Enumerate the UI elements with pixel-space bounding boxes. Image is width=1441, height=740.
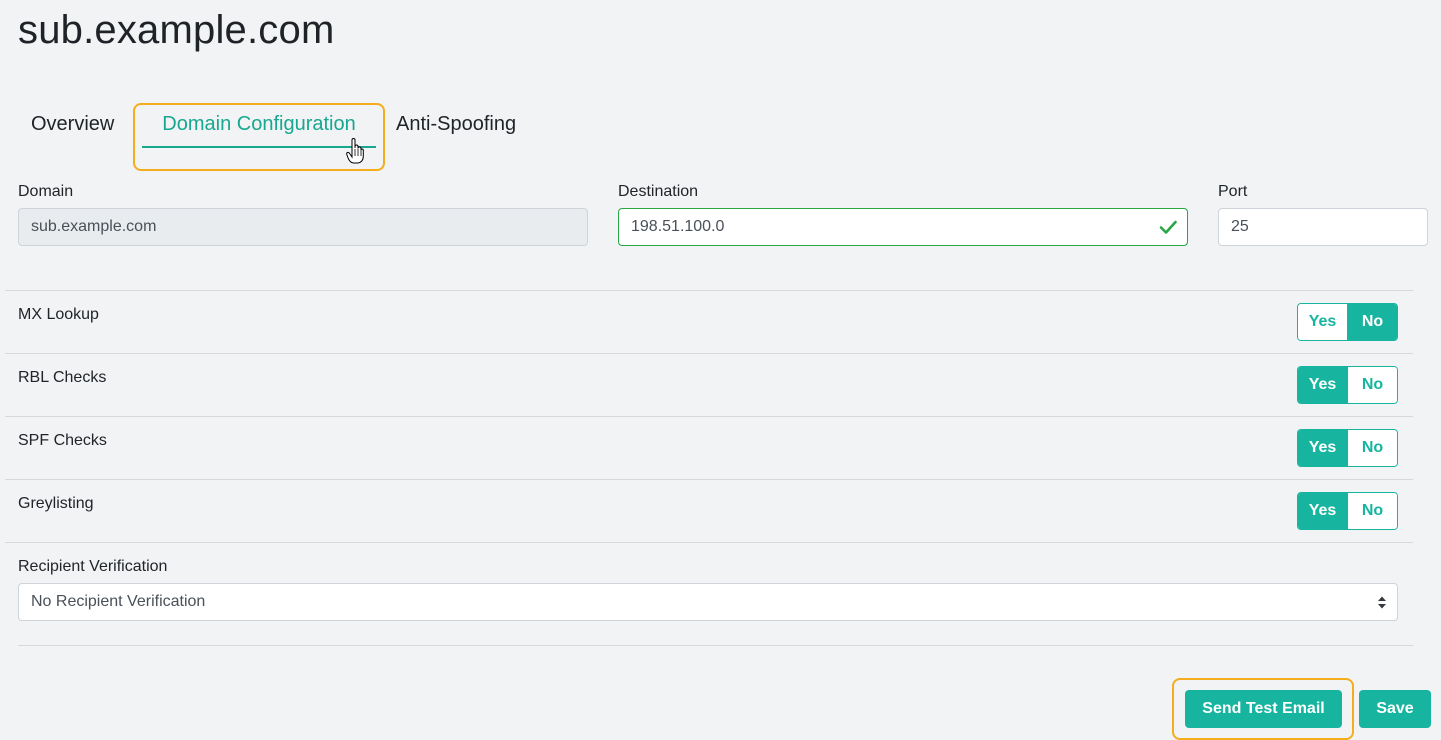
tab-overview[interactable]: Overview — [31, 102, 114, 146]
spf-checks-no-button[interactable]: No — [1348, 430, 1397, 466]
page-title: sub.example.com — [18, 8, 335, 52]
rbl-checks-yes-button[interactable]: Yes — [1298, 367, 1348, 403]
spf-checks-toggle: Yes No — [1297, 429, 1398, 467]
divider — [5, 290, 1413, 291]
greylisting-no-button[interactable]: No — [1348, 493, 1397, 529]
greylisting-toggle: Yes No — [1297, 492, 1398, 530]
recipient-verification-select[interactable]: No Recipient Verification — [18, 583, 1398, 621]
spf-checks-yes-button[interactable]: Yes — [1298, 430, 1348, 466]
destination-field[interactable]: 198.51.100.0 — [618, 208, 1188, 246]
port-field[interactable]: 25 — [1218, 208, 1428, 246]
rbl-checks-label: RBL Checks — [18, 369, 107, 386]
domain-field: sub.example.com — [18, 208, 588, 246]
hand-cursor-icon — [346, 138, 364, 164]
rbl-checks-no-button[interactable]: No — [1348, 367, 1397, 403]
spf-checks-label: SPF Checks — [18, 432, 107, 449]
divider — [18, 645, 1413, 646]
mx-lookup-no-button[interactable]: No — [1348, 304, 1397, 340]
recipient-verification-label: Recipient Verification — [18, 558, 168, 575]
greylisting-yes-button[interactable]: Yes — [1298, 493, 1348, 529]
divider — [5, 353, 1413, 354]
port-label: Port — [1218, 183, 1248, 200]
save-button[interactable]: Save — [1359, 690, 1431, 728]
greylisting-label: Greylisting — [18, 495, 94, 512]
destination-label: Destination — [618, 183, 699, 200]
recipient-verification-value: No Recipient Verification — [31, 593, 206, 610]
divider — [5, 416, 1413, 417]
select-arrows-icon — [1378, 596, 1386, 609]
mx-lookup-yes-button[interactable]: Yes — [1298, 304, 1348, 340]
domain-label: Domain — [18, 183, 74, 200]
divider — [5, 479, 1413, 480]
send-test-email-button[interactable]: Send Test Email — [1185, 690, 1342, 728]
mx-lookup-toggle: Yes No — [1297, 303, 1398, 341]
rbl-checks-toggle: Yes No — [1297, 366, 1398, 404]
mx-lookup-label: MX Lookup — [18, 306, 99, 323]
divider — [5, 542, 1413, 543]
check-icon — [1159, 220, 1177, 234]
tab-anti-spoofing[interactable]: Anti-Spoofing — [396, 102, 516, 146]
